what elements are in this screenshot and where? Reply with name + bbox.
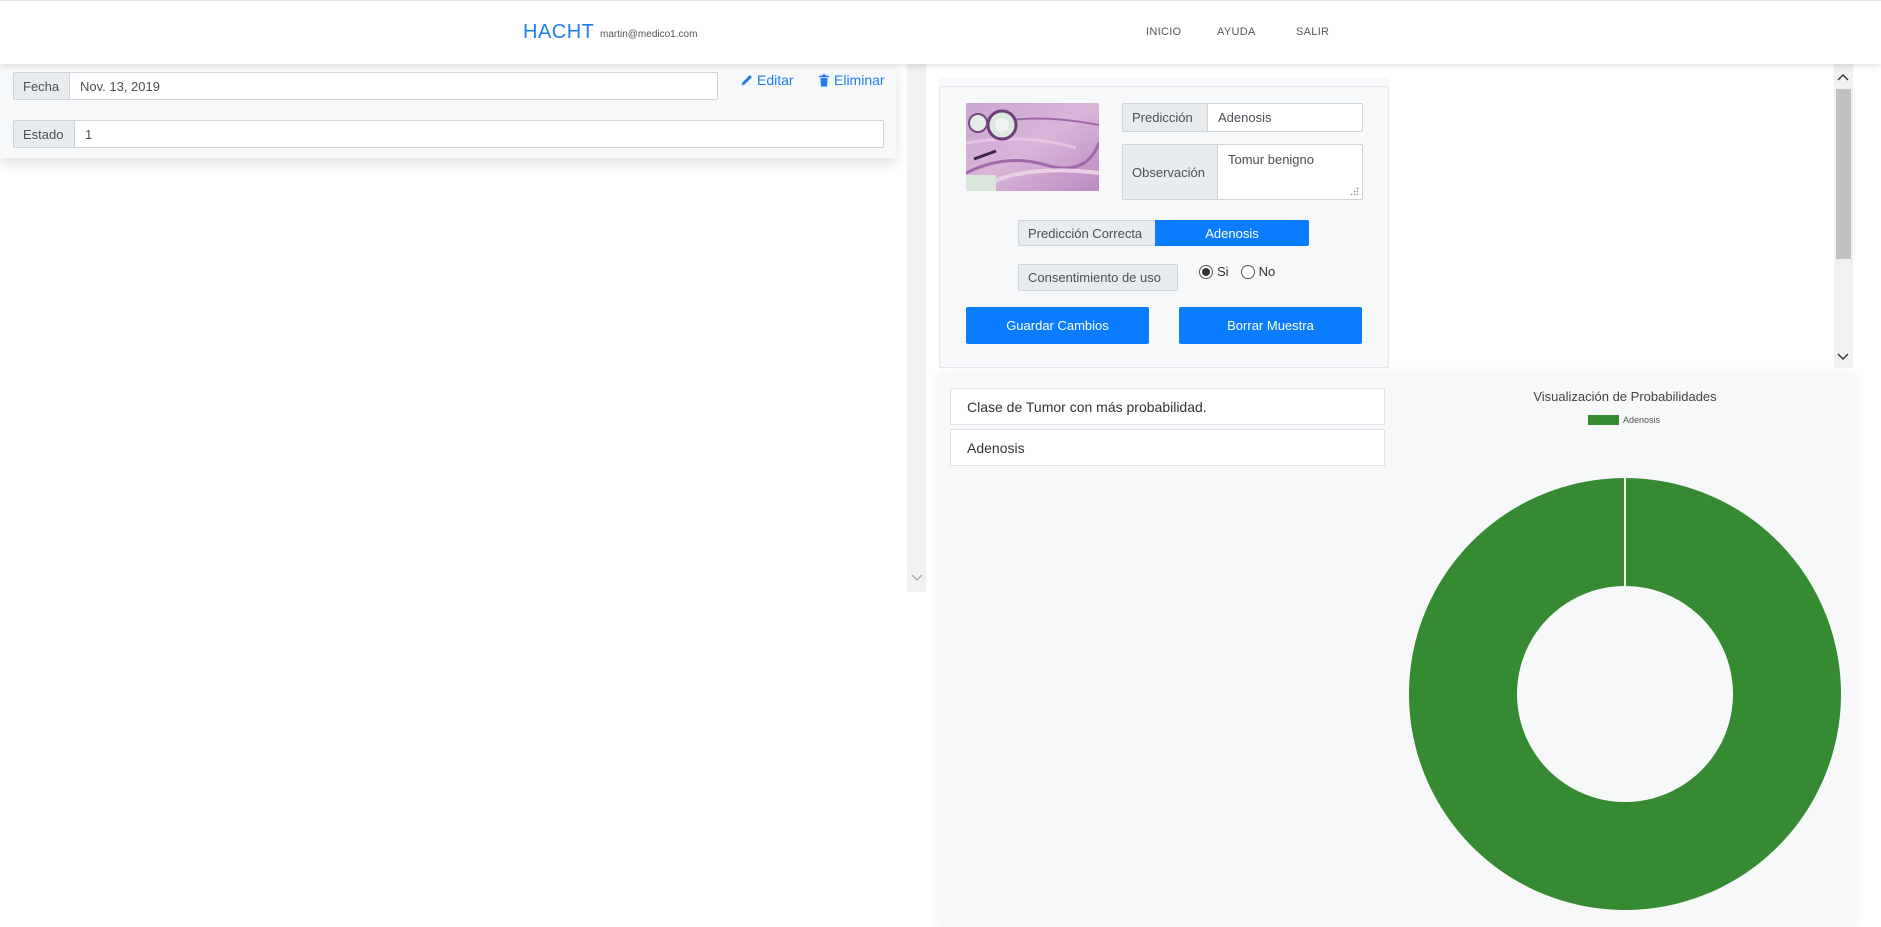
prediccion-label: Predicción	[1122, 103, 1207, 132]
prediccion-correcta-label: Predicción Correcta	[1018, 220, 1155, 246]
delete-label: Eliminar	[834, 72, 885, 88]
brand-logo[interactable]: HACHT	[523, 21, 594, 44]
observacion-text: Tomur benigno	[1228, 152, 1314, 167]
scrollbar-thumb[interactable]	[1836, 89, 1851, 259]
legend-swatch	[1588, 415, 1619, 425]
observacion-field: Observación Tomur benigno	[1122, 144, 1363, 200]
probability-donut-chart[interactable]	[1400, 460, 1850, 927]
nav-link-inicio[interactable]: INICIO	[1146, 26, 1181, 38]
estado-label: Estado	[13, 120, 74, 148]
histology-image	[966, 103, 1099, 191]
estado-input[interactable]: 1	[74, 120, 884, 148]
class-value: Adenosis	[950, 429, 1385, 466]
observacion-label: Observación	[1122, 144, 1217, 200]
consent-no-radio[interactable]	[1240, 264, 1255, 279]
legend-label: Adenosis	[1623, 415, 1661, 425]
chevron-down-icon[interactable]	[911, 574, 923, 582]
nav-link-salir[interactable]: SALIR	[1296, 26, 1329, 38]
consent-si-label: Si	[1217, 264, 1229, 279]
consentimiento-label: Consentimiento de uso	[1018, 264, 1178, 291]
fecha-label: Fecha	[13, 72, 69, 100]
chevron-up-icon[interactable]	[1837, 73, 1849, 81]
prediccion-correcta-field: Predicción Correcta Adenosis	[1018, 220, 1309, 246]
save-changes-button[interactable]: Guardar Cambios	[966, 307, 1149, 344]
fecha-field: Fecha Nov. 13, 2019	[13, 72, 718, 100]
resize-grip-icon[interactable]	[1350, 187, 1359, 196]
navbar: HACHT martin@medico1.com INICIO AYUDA SA…	[0, 0, 1881, 64]
prediccion-correcta-select[interactable]: Adenosis	[1155, 220, 1309, 246]
sample-histology-image[interactable]	[966, 103, 1099, 191]
estado-field: Estado 1	[13, 120, 884, 148]
delete-link[interactable]: Eliminar	[818, 72, 885, 88]
consent-si-radio[interactable]	[1199, 264, 1213, 279]
prediccion-input[interactable]: Adenosis	[1207, 103, 1363, 132]
edit-label: Editar	[757, 72, 794, 88]
consentimiento-field: Consentimiento de uso	[1018, 264, 1178, 291]
fecha-input[interactable]: Nov. 13, 2019	[69, 72, 718, 100]
edit-link[interactable]: Editar	[740, 72, 794, 88]
user-email: martin@medico1.com	[600, 29, 698, 40]
consent-no-label: No	[1258, 264, 1276, 279]
nav-link-ayuda[interactable]: AYUDA	[1217, 26, 1256, 38]
trash-icon	[819, 73, 829, 87]
chart-title: Visualización de Probabilidades	[1533, 389, 1717, 404]
pencil-icon	[741, 74, 752, 85]
consent-radio-group: Si No	[1199, 264, 1275, 279]
iframe-scrollbar[interactable]	[907, 64, 926, 592]
chevron-down-icon[interactable]	[1837, 353, 1849, 361]
observacion-textarea[interactable]: Tomur benigno	[1217, 144, 1363, 200]
delete-sample-button[interactable]: Borrar Muestra	[1179, 307, 1362, 344]
chart-legend[interactable]: Adenosis	[1588, 415, 1660, 425]
prediccion-field: Predicción Adenosis	[1122, 103, 1363, 132]
class-heading: Clase de Tumor con más probabilidad.	[950, 388, 1385, 425]
card-header	[939, 78, 1389, 86]
